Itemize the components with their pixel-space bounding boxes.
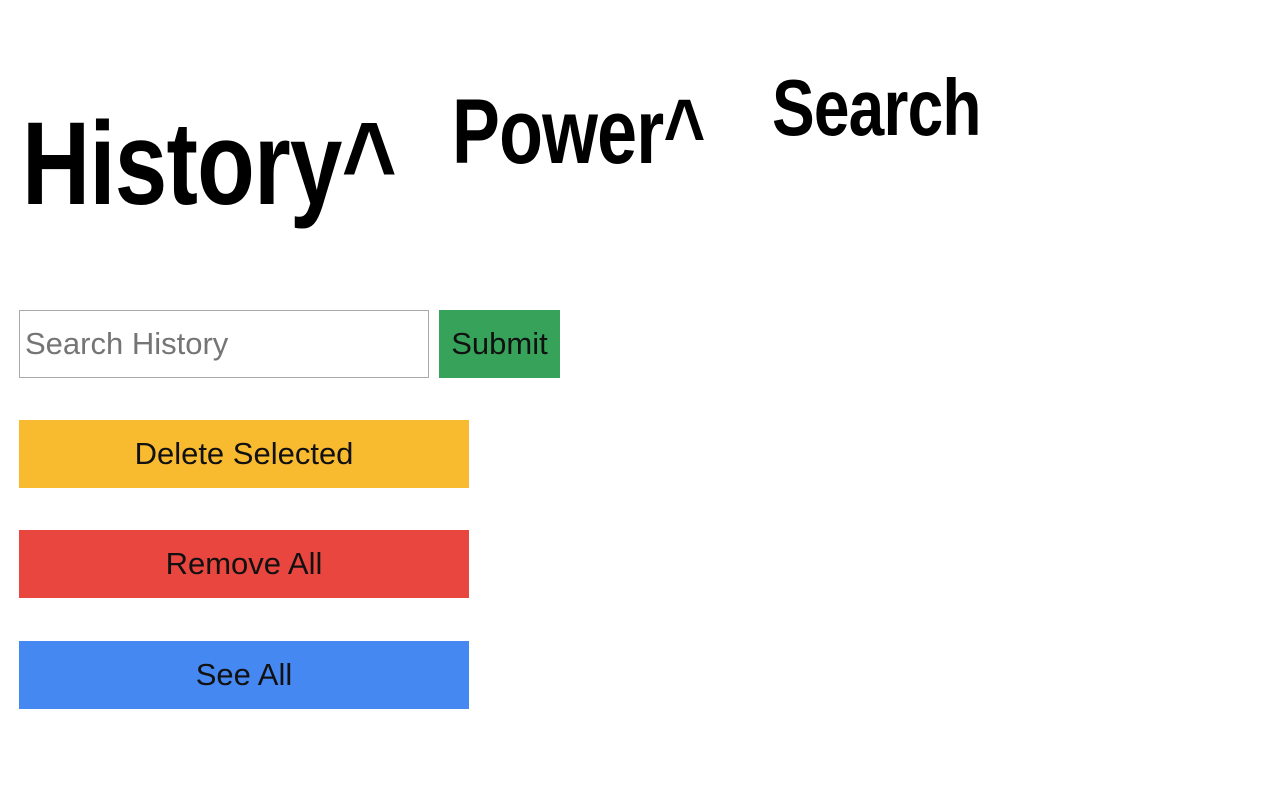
delete-selected-button[interactable]: Delete Selected [19, 420, 469, 488]
app-logo: History^ Power^ Search [0, 0, 1100, 240]
see-all-button[interactable]: See All [19, 641, 469, 709]
logo-history-text: History^ [22, 98, 397, 230]
remove-all-button[interactable]: Remove All [19, 530, 469, 598]
page: History^ Power^ Search Submit Delete Sel… [0, 0, 1280, 800]
submit-button[interactable]: Submit [439, 310, 560, 378]
logo-search-text: Search [772, 63, 981, 152]
logo-power-text: Power^ [452, 81, 705, 183]
search-input[interactable] [19, 310, 429, 378]
